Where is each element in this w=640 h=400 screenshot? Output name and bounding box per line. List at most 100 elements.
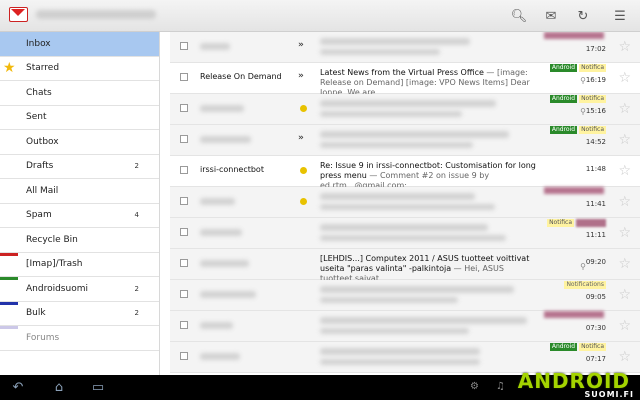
- star-toggle-icon[interactable]: ☆: [618, 163, 631, 179]
- sidebar-item-imap-trash[interactable]: [Imap]/Trash: [0, 252, 159, 277]
- star-toggle-icon[interactable]: ☆: [618, 70, 631, 86]
- label-chip: Android: [549, 64, 578, 72]
- star-toggle-icon[interactable]: ☆: [618, 256, 631, 272]
- redacted-sender: [200, 353, 240, 360]
- sidebar-item-drafts[interactable]: Drafts 2: [0, 155, 159, 179]
- star-toggle-icon[interactable]: ☆: [618, 318, 631, 334]
- conversation-row[interactable]: Notifications 09:05 ☆: [170, 280, 640, 311]
- sidebar-item-spam[interactable]: Spam 4: [0, 204, 159, 228]
- conversation-row[interactable]: Notifica 11:11 ☆: [170, 218, 640, 249]
- sidebar-item-label: Outbox: [26, 136, 59, 147]
- refresh-icon[interactable]: ↻: [573, 6, 593, 26]
- star-toggle-icon[interactable]: ☆: [618, 101, 631, 117]
- label-color-bar: [0, 252, 18, 256]
- received-time: 11:48: [585, 165, 606, 173]
- select-checkbox[interactable]: [180, 228, 188, 236]
- received-time: 09:20: [585, 258, 606, 266]
- redacted-sender: [200, 229, 242, 236]
- recent-apps-icon[interactable]: ▭: [86, 380, 110, 395]
- label-chip: Notifica: [579, 343, 606, 351]
- redacted-sender: [200, 198, 235, 205]
- redacted-sender: [200, 322, 233, 329]
- label-chip: Android: [549, 95, 578, 103]
- received-time: 11:11: [585, 231, 606, 239]
- label-chip: Notifica: [579, 64, 606, 72]
- sidebar-item-inbox[interactable]: Inbox: [0, 32, 159, 57]
- conversation-row[interactable]: Release On Demand » Latest News from the V…: [170, 63, 640, 97]
- select-checkbox[interactable]: [180, 259, 188, 267]
- label-chips: Notifica: [547, 219, 606, 227]
- unread-count: 2: [134, 162, 139, 171]
- select-checkbox[interactable]: [180, 73, 188, 81]
- star-toggle-icon[interactable]: ☆: [618, 287, 631, 303]
- action-bar: 🔍︎ ✉ ↻ ☰: [0, 0, 640, 32]
- select-checkbox[interactable]: [180, 352, 188, 360]
- sidebar-item-label: Inbox: [26, 38, 51, 49]
- sidebar-item-label: Spam: [26, 210, 52, 221]
- label-chip: Android: [549, 126, 578, 134]
- star-toggle-icon[interactable]: ☆: [618, 39, 631, 55]
- redacted-sender: [200, 105, 244, 112]
- sidebar-item-androidsuomi[interactable]: Androidsuomi 2: [0, 277, 159, 302]
- redacted-sender: [200, 136, 251, 143]
- star-toggle-icon[interactable]: ☆: [618, 132, 631, 148]
- redacted-subject: [320, 286, 514, 293]
- select-checkbox[interactable]: [180, 166, 188, 174]
- select-checkbox[interactable]: [180, 42, 188, 50]
- sidebar-item-label: [Imap]/Trash: [26, 259, 83, 270]
- star-toggle-icon[interactable]: ☆: [618, 225, 631, 241]
- redacted-snippet: [320, 328, 469, 334]
- select-checkbox[interactable]: [180, 321, 188, 329]
- back-icon[interactable]: ↶: [6, 380, 30, 395]
- redacted-subject: [320, 38, 470, 45]
- conversation-row[interactable]: » 17:02 ☆: [170, 32, 640, 63]
- compose-icon[interactable]: ✉: [541, 6, 561, 26]
- star-toggle-icon[interactable]: ☆: [618, 194, 631, 210]
- label-chip: Notifications: [564, 281, 606, 289]
- conversation-row[interactable]: Android Notifica ⚲ 15:16 ☆: [170, 94, 640, 125]
- redacted-snippet: [320, 235, 506, 241]
- received-time: 17:02: [585, 45, 606, 53]
- sender-name: Release On Demand: [200, 72, 282, 81]
- sidebar-item-label: Recycle Bin: [26, 234, 78, 245]
- redacted-sender: [200, 260, 249, 267]
- sidebar-item-recycle-bin[interactable]: Recycle Bin: [0, 228, 159, 253]
- select-checkbox[interactable]: [180, 197, 188, 205]
- sidebar-item-sent[interactable]: Sent: [0, 106, 159, 130]
- sidebar-item-all-mail[interactable]: All Mail: [0, 179, 159, 204]
- conversation-row[interactable]: [LEHDIS...] Computex 2011 / ASUS tuottee…: [170, 249, 640, 283]
- sidebar-item-forums[interactable]: Forums: [0, 326, 159, 351]
- star-toggle-icon[interactable]: ☆: [618, 349, 631, 365]
- select-checkbox[interactable]: [180, 290, 188, 298]
- label-chip: Notifica: [547, 219, 574, 227]
- sidebar-item-label: Forums: [26, 332, 60, 343]
- sidebar-item-bulk[interactable]: Bulk 2: [0, 301, 159, 326]
- conversation-row[interactable]: 07:30 ☆: [170, 311, 640, 342]
- redacted-subject: [320, 317, 527, 324]
- account-email[interactable]: [36, 10, 156, 19]
- redacted-label-chip: [544, 311, 604, 318]
- search-icon[interactable]: 🔍︎: [509, 6, 529, 26]
- sidebar-item-starred[interactable]: ★ Starred: [0, 57, 159, 81]
- sidebar-item-chats[interactable]: Chats: [0, 81, 159, 106]
- home-icon[interactable]: ⌂: [47, 380, 71, 395]
- androidsuomi-watermark: ANDROID SUOMI.FI: [518, 370, 638, 400]
- gmail-logo-icon: [9, 7, 28, 22]
- redacted-sender: [200, 291, 256, 298]
- unread-count: 2: [134, 284, 139, 293]
- received-time: 07:30: [585, 324, 606, 332]
- select-checkbox[interactable]: [180, 104, 188, 112]
- conversation-row[interactable]: » Android Notifica 14:52 ☆: [170, 125, 640, 156]
- conversation-row[interactable]: 11:41 ☆: [170, 187, 640, 218]
- redacted-label-chip: [576, 219, 606, 227]
- label-chips: Android Notifica: [549, 126, 606, 134]
- conversation-row[interactable]: irssi-connectbot Re: Issue 9 in irssi-con…: [170, 156, 640, 190]
- conversation-list: » 17:02 ☆ Release On Demand » Latest News fro…: [170, 32, 640, 375]
- label-color-bar: [0, 326, 18, 329]
- menu-icon[interactable]: ☰: [610, 6, 630, 26]
- sidebar-item-label: Androidsuomi: [26, 283, 88, 294]
- sidebar-item-outbox[interactable]: Outbox: [0, 130, 159, 155]
- redacted-subject: [320, 100, 496, 107]
- sidebar-item-label: Sent: [26, 112, 47, 123]
- select-checkbox[interactable]: [180, 135, 188, 143]
